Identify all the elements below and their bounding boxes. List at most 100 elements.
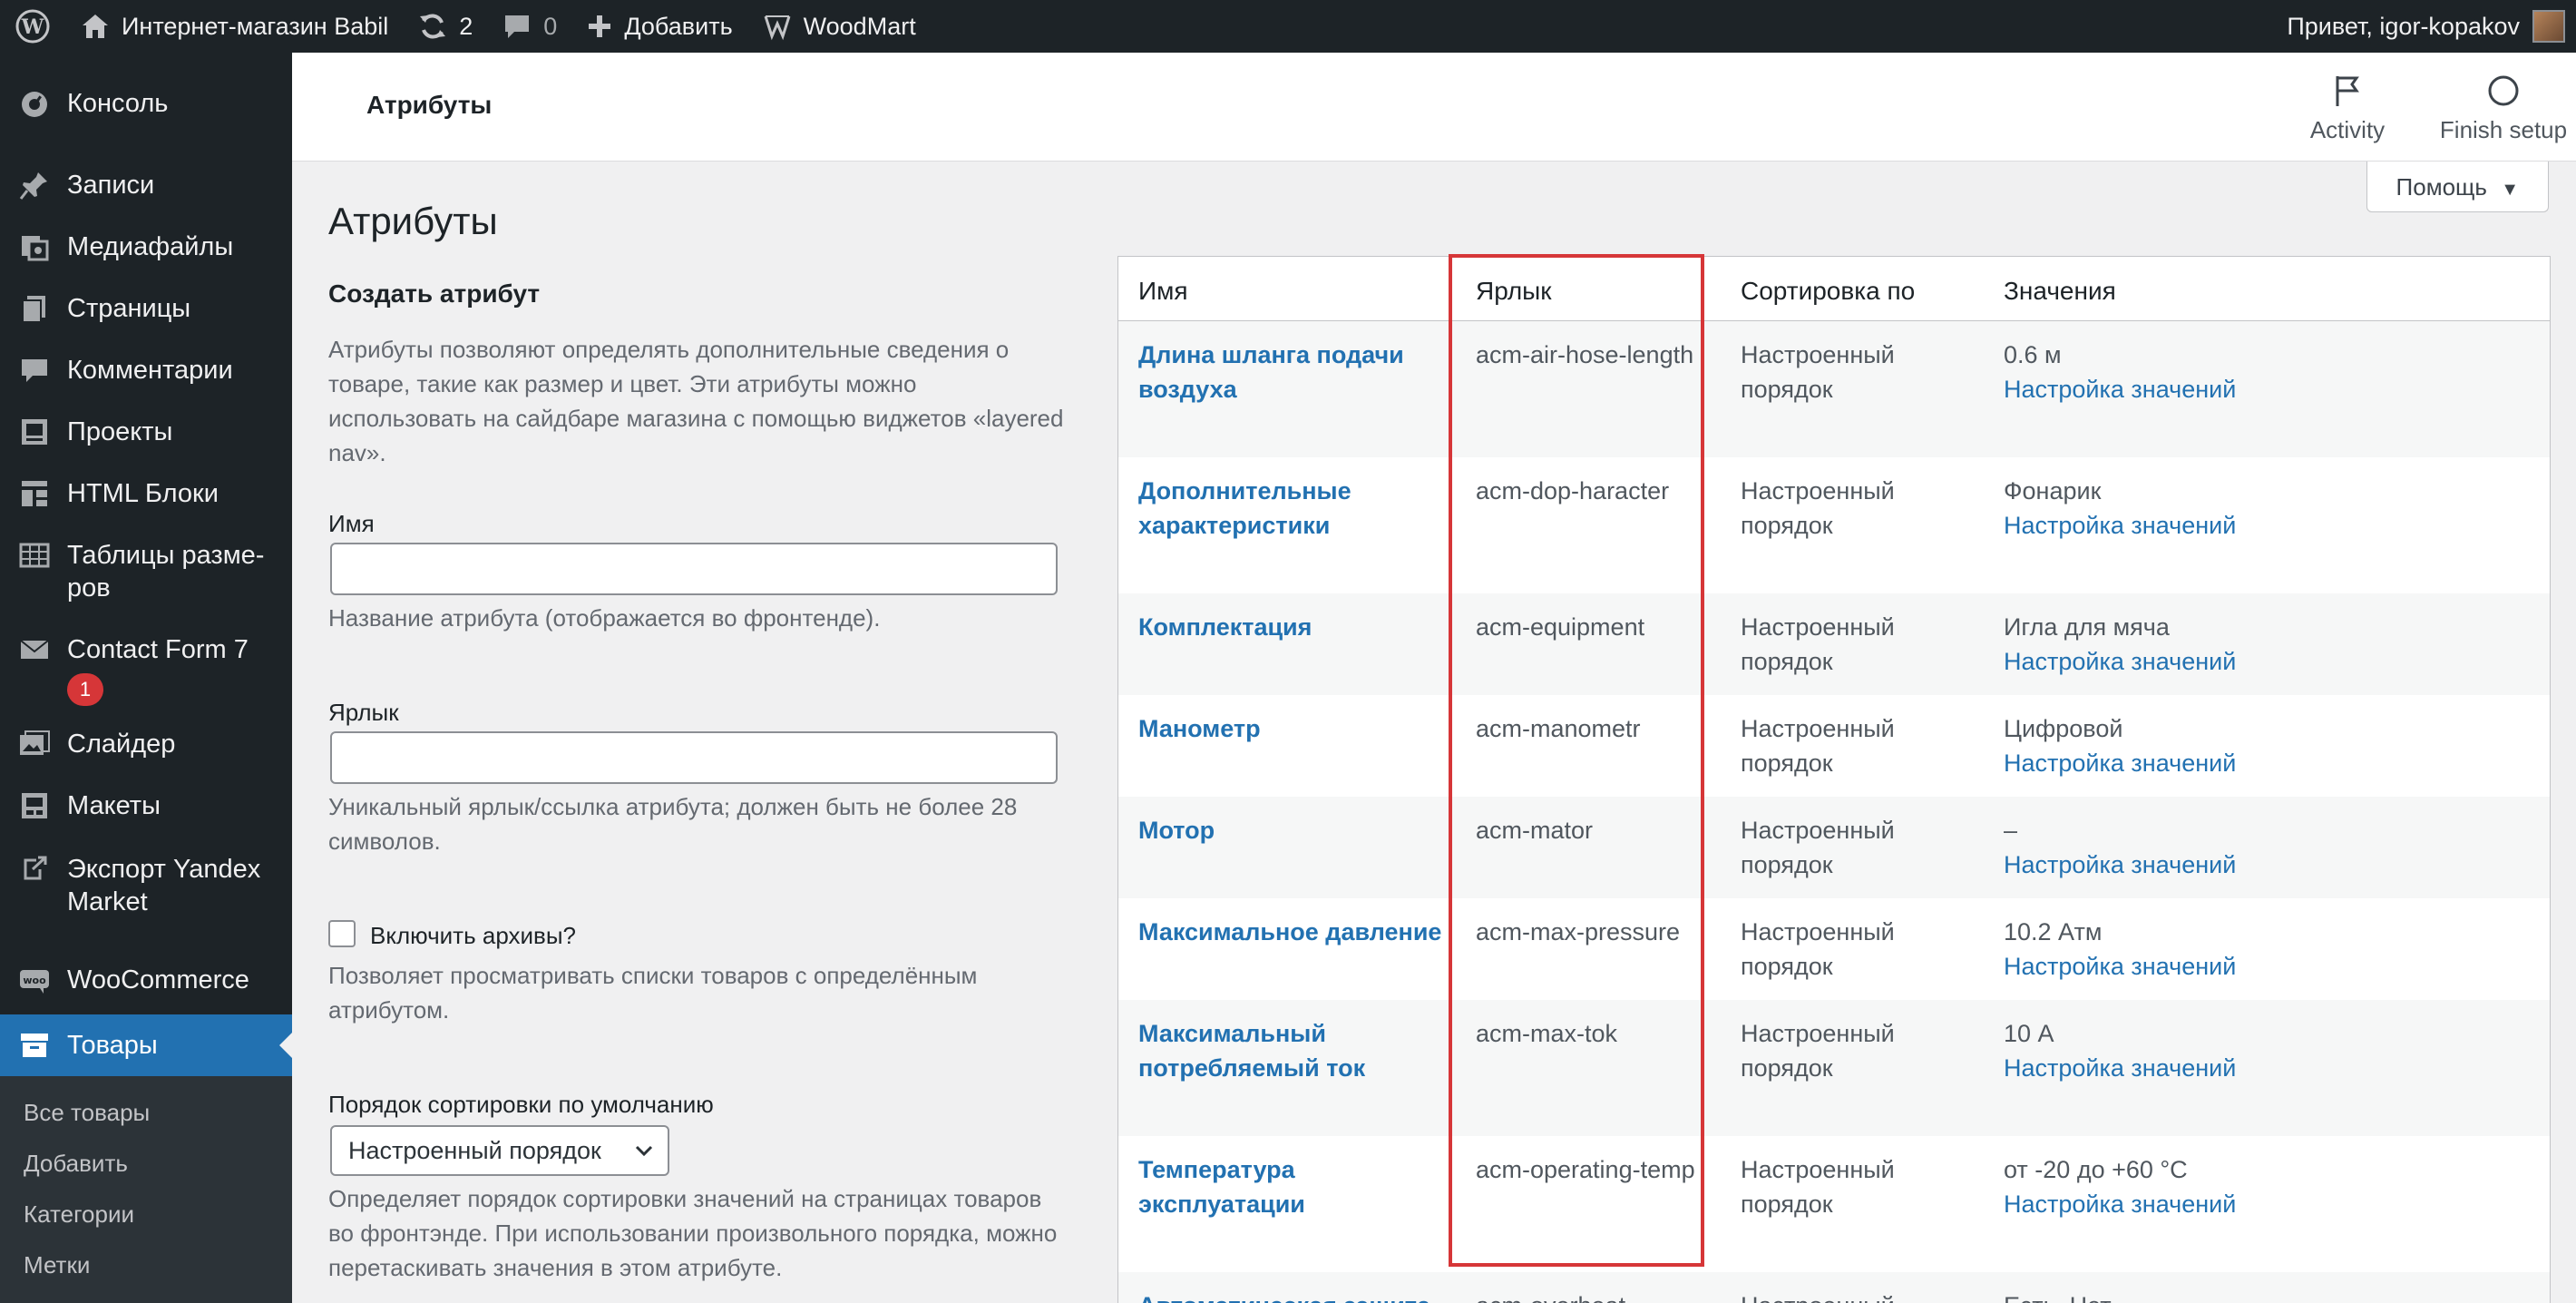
table-row: Максимальный потребляемый ток acm-max-to… (1118, 1000, 2550, 1136)
finish-setup-button[interactable]: Finish setup (2422, 73, 2576, 144)
attribute-name-link[interactable]: Максимальное давление (1138, 915, 1456, 949)
attribute-slug: acm-overheat (1476, 1288, 1721, 1303)
plus-icon (589, 15, 611, 37)
attribute-name-link[interactable]: Дополнительные характеристики (1138, 474, 1456, 543)
attribute-name-link[interactable]: Максимальный потребляемый ток (1138, 1016, 1456, 1085)
attribute-values: 10 А Настройка значений (2004, 1016, 2512, 1085)
submenu-add-product[interactable]: Добавить (24, 1149, 128, 1178)
slug-input[interactable] (330, 731, 1058, 784)
attribute-values: Игла для мяча Настройка значений (2004, 610, 2512, 679)
sidebar-item-layouts[interactable]: Макеты (0, 789, 292, 826)
configure-values-link[interactable]: Настройка значений (2004, 1187, 2512, 1221)
enable-archives-label[interactable]: Включить архивы? (370, 922, 576, 950)
sort-order-value: Настроенный порядок (348, 1137, 601, 1164)
help-button[interactable]: Помощь ▼ (2366, 162, 2549, 212)
sort-order-select[interactable]: Настроенный порядок (330, 1125, 669, 1176)
attribute-name-link[interactable]: Автоматическая защита (1138, 1288, 1456, 1303)
values-text: 10 А (2004, 1020, 2054, 1047)
mail-icon (20, 640, 49, 659)
table-row: Дополнительные характеристики acm-dop-ha… (1118, 457, 2550, 593)
add-new-link[interactable]: Добавить (571, 0, 746, 53)
svg-text:W: W (21, 15, 44, 39)
attribute-order: Настроенный порядок (1741, 918, 1895, 980)
blocks-icon (22, 481, 47, 506)
values-text: – (2004, 817, 2018, 844)
attribute-name-link[interactable]: Температура эксплуатации (1138, 1152, 1456, 1221)
attribute-order: Настроенный порядок (1741, 1020, 1895, 1082)
table-row: Длина шланга подачи воздуха acm-air-hose… (1118, 321, 2550, 457)
circle-icon (2488, 75, 2519, 106)
attribute-values: – Настройка значений (2004, 813, 2512, 882)
values-text: 0.6 м (2004, 341, 2062, 368)
sidebar-item-media[interactable]: Медиафайлы (0, 230, 292, 267)
header-title: Атрибуты (366, 91, 493, 119)
comments-link[interactable]: 0 (487, 0, 571, 53)
sidebar-item-console[interactable]: Консоль (0, 87, 292, 123)
updates-count: 2 (459, 12, 473, 40)
site-name-link[interactable]: Интернет-магазин Babil (65, 0, 403, 53)
attribute-order: Настроенный порядок (1741, 613, 1895, 675)
sidebar-item-size-tables[interactable]: Таблицы разме-ров (0, 539, 292, 608)
current-indicator (279, 1033, 292, 1058)
table-row: Максимальное давление acm-max-pressure Н… (1118, 898, 2550, 1000)
activity-label: Activity (2309, 116, 2386, 143)
products-submenu: Все товары Добавить Категории Метки (0, 1076, 292, 1303)
attribute-order: Настроенный порядок (1741, 817, 1895, 878)
enable-archives-checkbox[interactable] (328, 920, 356, 947)
table-row: Манометр acm-manometr Настроенный порядо… (1118, 695, 2550, 797)
attribute-name-link[interactable]: Комплектация (1138, 610, 1456, 644)
sidebar-item-contact-form[interactable]: Contact Form 7 1 (0, 633, 292, 715)
help-label: Помощь (2395, 173, 2487, 201)
slug-label: Ярлык (328, 699, 399, 726)
submenu-categories[interactable]: Категории (24, 1200, 134, 1229)
add-new-label: Добавить (624, 12, 733, 40)
submenu-tags[interactable]: Метки (24, 1250, 90, 1279)
attribute-name-link[interactable]: Длина шланга подачи воздуха (1138, 338, 1456, 407)
wordpress-icon: W (15, 9, 50, 44)
export-icon (24, 856, 47, 880)
configure-values-link[interactable]: Настройка значений (2004, 847, 2512, 882)
sidebar-item-woocommerce[interactable]: woo WooCommerce (0, 964, 292, 1000)
portfolio-icon (22, 419, 47, 445)
sidebar-item-projects[interactable]: Проекты (0, 416, 292, 452)
configure-values-link[interactable]: Настройка значений (2004, 949, 2512, 984)
sidebar-item-slider[interactable]: Слайдер (0, 728, 292, 764)
avatar (2532, 10, 2565, 43)
admin-bar: W Интернет-магазин Babil 2 0 Добавить Wo… (0, 0, 2576, 53)
create-attribute-heading: Создать атрибут (328, 279, 541, 308)
configure-values-link[interactable]: Настройка значений (2004, 644, 2512, 679)
configure-values-link[interactable]: Настройка значений (2004, 1051, 2512, 1085)
name-input[interactable] (330, 543, 1058, 595)
sidebar-item-pages[interactable]: Страницы (0, 292, 292, 328)
wordpress-logo[interactable]: W (0, 0, 65, 53)
attribute-name-link[interactable]: Мотор (1138, 813, 1456, 847)
attribute-values: Цифровой Настройка значений (2004, 711, 2512, 780)
values-text: от -20 до +60 °С (2004, 1156, 2188, 1183)
comment-icon (22, 359, 47, 382)
site-name: Интернет-магазин Babil (122, 12, 389, 40)
sidebar-item-yandex-export[interactable]: Экспорт Yandex Market (0, 853, 292, 922)
values-text: Фонарик (2004, 477, 2102, 505)
configure-values-link[interactable]: Настройка значений (2004, 372, 2512, 407)
svg-text:woo: woo (23, 975, 46, 986)
attribute-slug: acm-manometr (1476, 715, 1641, 742)
attribute-order: Настроенный порядок (1741, 341, 1895, 403)
theme-link[interactable]: WoodMart (747, 0, 931, 53)
attribute-values: 0.6 м Настройка значений (2004, 338, 2512, 407)
slug-hint: Уникальный ярлык/ссылка атрибута; должен… (328, 793, 1018, 855)
submenu-all-products[interactable]: Все товары (24, 1098, 150, 1127)
sidebar-item-comments[interactable]: Комментарии (0, 354, 292, 390)
configure-values-link[interactable]: Настройка значений (2004, 508, 2512, 543)
updates-link[interactable]: 2 (403, 0, 487, 53)
attribute-values: Фонарик Настройка значений (2004, 474, 2512, 543)
table-row: Мотор acm-mator Настроенный порядок – Нас… (1118, 797, 2550, 898)
my-account[interactable]: Привет, igor-kopakov (2287, 0, 2576, 53)
activity-button[interactable]: Activity (2266, 73, 2429, 144)
attribute-name-link[interactable]: Манометр (1138, 711, 1456, 746)
sidebar-item-products[interactable]: Товары (0, 1014, 292, 1076)
configure-values-link[interactable]: Настройка значений (2004, 746, 2512, 780)
theme-label: WoodMart (803, 12, 916, 40)
attribute-values: от -20 до +60 °С Настройка значений (2004, 1152, 2512, 1221)
sidebar-item-posts[interactable]: Записи (0, 169, 292, 205)
sidebar-item-html-blocks[interactable]: HTML Блоки (0, 477, 292, 514)
